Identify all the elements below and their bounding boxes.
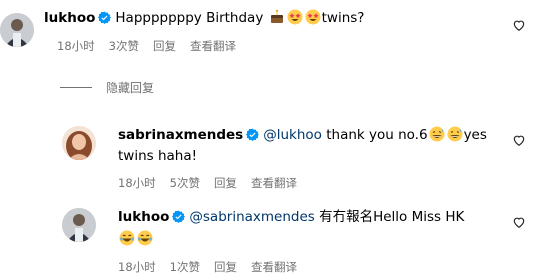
mention-link[interactable]: @lukhoo — [263, 127, 322, 143]
comment-body: Happpppppy Birthday — [115, 10, 268, 26]
star-struck-emoji-icon — [287, 9, 303, 25]
see-translation-button[interactable]: 查看翻译 — [251, 260, 297, 274]
comment-emoji-line — [118, 230, 154, 248]
joy-emoji-icon — [137, 230, 153, 246]
timestamp: 18小时 — [57, 39, 95, 53]
comment-meta: 18小时 5次赞 回复 查看翻译 — [118, 175, 311, 191]
grinning-sweat-emoji-icon — [447, 126, 463, 142]
heart-icon[interactable] — [512, 18, 526, 32]
comment-text: sabrinaxmendes @lukhoo thank you no.6 yes — [118, 126, 487, 144]
likes-count[interactable]: 1次赞 — [170, 260, 200, 274]
comment-body-end: yes — [463, 127, 487, 143]
divider — [60, 86, 92, 88]
joy-emoji-icon — [119, 230, 135, 246]
see-translation-button[interactable]: 查看翻译 — [251, 176, 297, 190]
mention-link[interactable]: @sabrinaxmendes — [189, 209, 314, 225]
username[interactable]: lukhoo — [118, 209, 169, 225]
see-translation-button[interactable]: 查看翻译 — [190, 39, 236, 53]
comment-body: thank you no.6 — [321, 127, 428, 143]
comment-meta: 18小时 1次赞 回复 查看翻译 — [118, 259, 311, 275]
avatar[interactable] — [0, 13, 34, 47]
verified-badge-icon — [246, 128, 260, 141]
heart-icon[interactable] — [512, 133, 526, 147]
star-struck-emoji-icon — [305, 9, 321, 25]
comment-text: lukhoo Happpppppy Birthday twins? — [44, 9, 364, 27]
comment-body: 有冇報名Hello Miss HK — [314, 209, 465, 225]
reply-button[interactable]: 回复 — [214, 260, 237, 274]
likes-count[interactable]: 5次赞 — [170, 176, 200, 190]
cake-emoji-icon — [270, 9, 283, 23]
timestamp: 18小时 — [118, 260, 156, 274]
username[interactable]: lukhoo — [44, 10, 95, 26]
likes-count[interactable]: 3次赞 — [109, 39, 139, 53]
reply-button[interactable]: 回复 — [153, 39, 176, 53]
grinning-sweat-emoji-icon — [429, 126, 445, 142]
hide-replies-row: 隐藏回复 — [60, 79, 154, 95]
avatar[interactable] — [62, 208, 96, 242]
comment-text-line2: twins haha! — [118, 148, 198, 164]
verified-badge-icon — [172, 210, 186, 223]
reply-button[interactable]: 回复 — [214, 176, 237, 190]
verified-badge-icon — [98, 11, 112, 24]
comment-meta: 18小时 3次赞 回复 查看翻译 — [57, 38, 250, 54]
comment-text: lukhoo @sabrinaxmendes 有冇報名Hello Miss HK — [118, 208, 464, 226]
timestamp: 18小时 — [118, 176, 156, 190]
avatar[interactable] — [62, 126, 96, 160]
hide-replies-button[interactable]: 隐藏回复 — [106, 79, 154, 96]
heart-icon[interactable] — [512, 215, 526, 229]
comment-body-end: twins? — [321, 10, 365, 26]
username[interactable]: sabrinaxmendes — [118, 127, 243, 143]
